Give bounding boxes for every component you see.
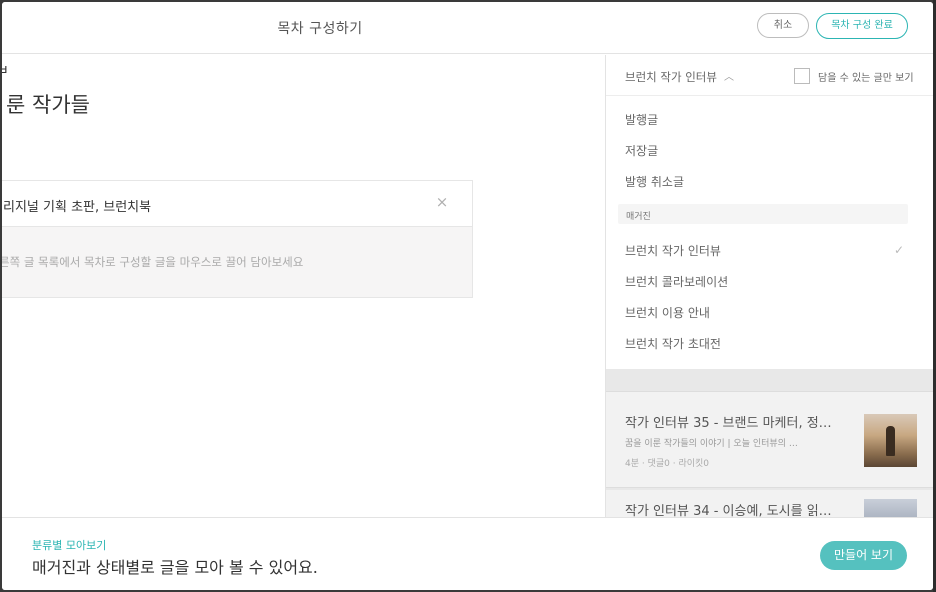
- footer-message: 매거진과 상태별로 글을 모아 볼 수 있어요.: [32, 558, 318, 577]
- footer-banner: 분류별 모아보기 매거진과 상태별로 글을 모아 볼 수 있어요. 만들어 보기: [2, 517, 933, 590]
- cropped-text: ㅂ: [2, 63, 9, 79]
- menu-item-saved[interactable]: 저장글: [625, 142, 658, 159]
- list-item[interactable]: 작가 인터뷰 34 - 이승예, 도시를 읽…: [606, 490, 933, 517]
- footer-caption: 분류별 모아보기: [32, 539, 107, 552]
- try-it-button[interactable]: 만들어 보기: [820, 541, 907, 570]
- toc-modal: 목차 구성하기 취소 목차 구성 완료 ㅂ 룬 작가들 리지널 기획 초판, 브…: [2, 2, 933, 590]
- check-icon: ✓: [894, 243, 905, 257]
- article-thumbnail: [864, 499, 917, 517]
- toc-chapter-box: 리지널 기획 초판, 브런치북 × 른쪽 글 목록에서 목차로 구성할 글을 마…: [2, 180, 473, 298]
- filter-bar: 브런치 작가 인터뷰 ︿ 담을 수 있는 글만 보기: [606, 55, 933, 96]
- book-title[interactable]: 룬 작가들: [6, 89, 90, 119]
- complete-toc-button[interactable]: 목차 구성 완료: [816, 13, 908, 39]
- cancel-button[interactable]: 취소: [757, 13, 809, 38]
- close-icon[interactable]: ×: [433, 193, 451, 211]
- menu-item-published[interactable]: 발행글: [625, 111, 658, 128]
- article-meta: 4분 · 댓글0 · 라이킷0: [625, 459, 710, 469]
- menu-item-magazine-collab[interactable]: 브런치 콜라보레이션: [625, 273, 728, 290]
- drop-hint: 른쪽 글 목록에서 목차로 구성할 글을 마우스로 끌어 담아보세요: [2, 255, 304, 269]
- modal-header: 목차 구성하기 취소 목차 구성 완료: [2, 2, 933, 54]
- article-list: 작가 인터뷰 35 - 브랜드 마케터, 정… 꿈을 이룬 작가들의 이야기 |…: [606, 369, 933, 517]
- available-only-checkbox[interactable]: [794, 68, 810, 84]
- menu-item-magazine-interview[interactable]: 브런치 작가 인터뷰: [625, 242, 721, 259]
- list-item[interactable]: 작가 인터뷰 35 - 브랜드 마케터, 정… 꿈을 이룬 작가들의 이야기 |…: [606, 391, 933, 488]
- page-title: 목차 구성하기: [277, 21, 363, 37]
- menu-item-magazine-invite[interactable]: 브런치 작가 초대전: [625, 335, 721, 352]
- chevron-up-icon: ︿: [723, 72, 734, 83]
- menu-item-unpublished[interactable]: 발행 취소글: [625, 173, 684, 190]
- article-list-pane: 브런치 작가 인터뷰 ︿ 담을 수 있는 글만 보기 발행글 저장글 발행 취소글…: [605, 55, 933, 517]
- thumbnail-figure: [886, 426, 895, 456]
- article-title: 작가 인터뷰 35 - 브랜드 마케터, 정…: [625, 416, 832, 431]
- article-thumbnail: [864, 414, 917, 467]
- dropdown-label: 브런치 작가 인터뷰: [625, 70, 717, 84]
- available-only-label[interactable]: 담을 수 있는 글만 보기: [818, 69, 914, 84]
- toc-editor-pane: ㅂ 룬 작가들 리지널 기획 초판, 브런치북 × 른쪽 글 목록에서 목차로 …: [2, 55, 605, 517]
- toc-chapter-title[interactable]: 리지널 기획 초판, 브런치북: [3, 196, 151, 215]
- menu-item-magazine-guide[interactable]: 브런치 이용 안내: [625, 304, 710, 321]
- magazine-dropdown[interactable]: 브런치 작가 인터뷰 ︿: [625, 68, 734, 85]
- article-subtitle: 꿈을 이룬 작가들의 이야기 | 오늘 인터뷰의 …: [625, 439, 798, 449]
- toc-chapter-header: 리지널 기획 초판, 브런치북 ×: [2, 181, 472, 227]
- article-title: 작가 인터뷰 34 - 이승예, 도시를 읽…: [625, 504, 832, 517]
- section-label: 매거진: [626, 212, 651, 222]
- section-header: 매거진: [618, 204, 908, 224]
